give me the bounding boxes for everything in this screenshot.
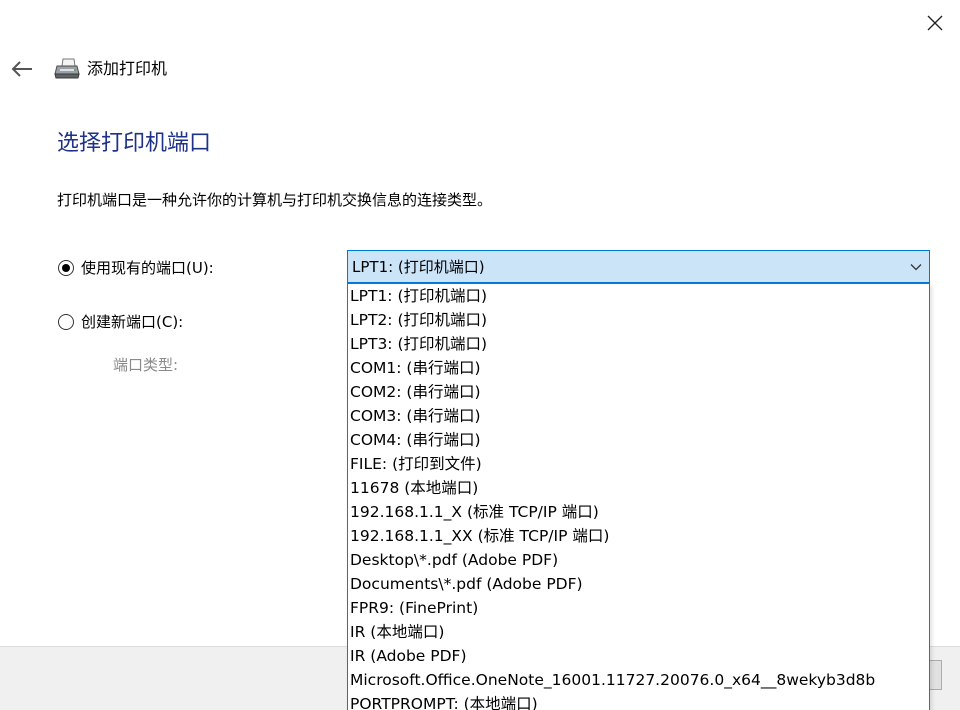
page-title: 选择打印机端口 <box>57 131 212 156</box>
port-option[interactable]: Microsoft.Office.OneNote_16001.11727.200… <box>348 668 929 692</box>
port-option[interactable]: LPT3: (打印机端口) <box>348 332 929 356</box>
port-select-value: LPT1: (打印机端口) <box>352 257 485 276</box>
back-button[interactable] <box>6 54 38 84</box>
port-type-label: 端口类型: <box>113 356 179 374</box>
back-arrow-icon <box>11 61 32 77</box>
use-existing-port-label: 使用现有的端口(U): <box>81 259 214 277</box>
port-option[interactable]: LPT2: (打印机端口) <box>348 308 929 332</box>
close-icon <box>927 15 943 31</box>
radio-selected-dot <box>62 264 70 272</box>
port-options: LPT1: (打印机端口) LPT2: (打印机端口) LPT3: (打印机端口) C… <box>348 284 929 710</box>
window-title: 添加打印机 <box>87 59 168 78</box>
next-button[interactable] <box>930 660 942 690</box>
use-existing-port-radio[interactable] <box>58 260 74 276</box>
dropdown-button[interactable] <box>903 251 929 282</box>
create-new-port-label: 创建新端口(C): <box>81 313 184 331</box>
close-button[interactable] <box>918 6 952 40</box>
add-printer-dialog: 添加打印机 选择打印机端口 打印机端口是一种允许你的计算机与打印机交换信息的连接… <box>0 0 960 710</box>
port-option[interactable]: IR (本地端口) <box>348 620 929 644</box>
port-option[interactable]: PORTPROMPT: (本地端口) <box>348 692 929 710</box>
port-option[interactable]: COM1: (串行端口) <box>348 356 929 380</box>
port-option[interactable]: 192.168.1.1_XX (标准 TCP/IP 端口) <box>348 524 929 548</box>
port-option[interactable]: COM4: (串行端口) <box>348 428 929 452</box>
port-option[interactable]: 11678 (本地端口) <box>348 476 929 500</box>
port-option[interactable]: COM3: (串行端口) <box>348 404 929 428</box>
port-select[interactable]: LPT1: (打印机端口) <box>347 250 930 283</box>
port-option[interactable]: LPT1: (打印机端口) <box>348 284 929 308</box>
port-option[interactable]: FPR9: (FinePrint) <box>348 596 929 620</box>
port-dropdown-list[interactable]: LPT1: (打印机端口) LPT2: (打印机端口) LPT3: (打印机端口) C… <box>347 283 930 710</box>
use-existing-port-option[interactable]: 使用现有的端口(U): <box>58 256 214 280</box>
chevron-down-icon <box>910 263 922 270</box>
port-option[interactable]: COM2: (串行端口) <box>348 380 929 404</box>
printer-icon <box>54 58 80 79</box>
port-option[interactable]: 192.168.1.1_X (标准 TCP/IP 端口) <box>348 500 929 524</box>
create-new-port-option[interactable]: 创建新端口(C): <box>58 310 183 334</box>
port-option[interactable]: IR (Adobe PDF) <box>348 644 929 668</box>
port-option[interactable]: FILE: (打印到文件) <box>348 452 929 476</box>
port-option[interactable]: Desktop\*.pdf (Adobe PDF) <box>348 548 929 572</box>
create-new-port-radio[interactable] <box>58 314 74 330</box>
page-description: 打印机端口是一种允许你的计算机与打印机交换信息的连接类型。 <box>57 191 493 209</box>
port-option[interactable]: Documents\*.pdf (Adobe PDF) <box>348 572 929 596</box>
